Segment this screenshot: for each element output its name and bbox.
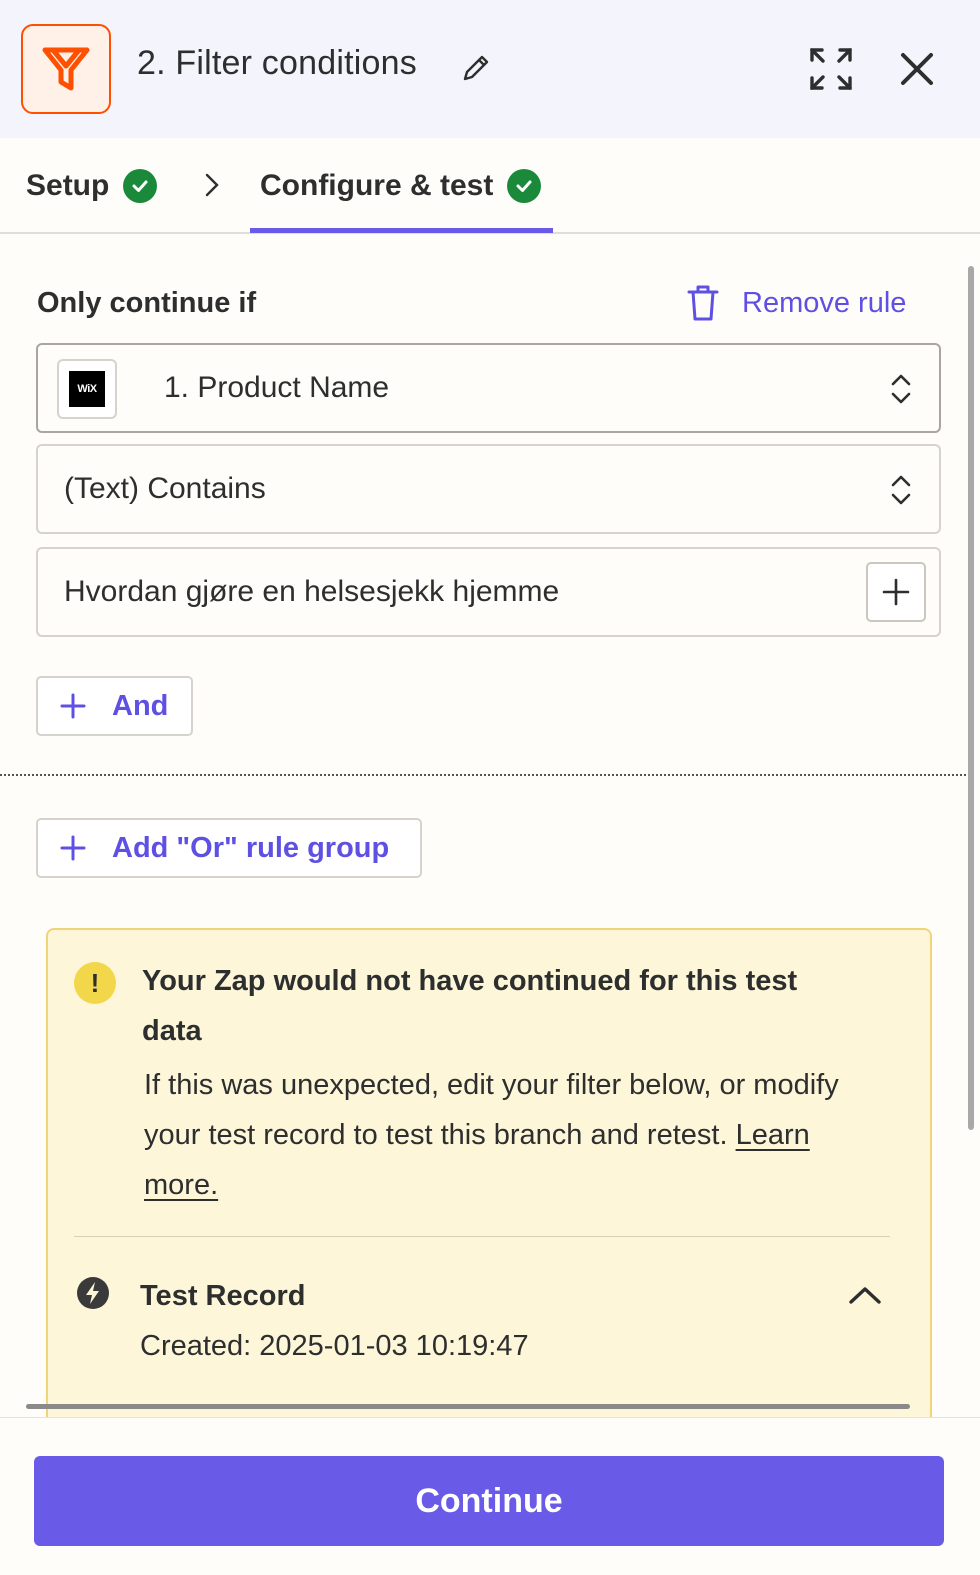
check-circle-icon	[123, 169, 158, 203]
field-select[interactable]: WiX 1. Product Name	[36, 343, 941, 433]
filter-funnel-icon	[42, 47, 90, 91]
alert-title: Your Zap would not have continued for th…	[142, 965, 798, 1047]
test-record-title: Test Record	[140, 1280, 306, 1312]
continue-button[interactable]: Continue	[34, 1456, 944, 1546]
test-result-alert: ! Your Zap would not have continued for …	[46, 928, 932, 1428]
field-select-value: 1. Product Name	[164, 371, 390, 404]
rule-group-divider	[0, 774, 970, 776]
warning-icon: !	[74, 962, 116, 1004]
tab-configure-test[interactable]: Configure & test	[260, 138, 542, 234]
chevron-right-icon	[205, 173, 219, 197]
check-circle-icon	[507, 169, 542, 203]
wix-logo: WiX	[69, 371, 105, 407]
pencil-edit-icon[interactable]	[460, 52, 492, 84]
horizontal-scrollbar[interactable]	[26, 1404, 910, 1409]
page-title: 2. Filter conditions	[137, 44, 417, 82]
plus-icon	[60, 835, 86, 861]
alert-body: If this was unexpected, edit your filter…	[144, 1060, 864, 1210]
active-tab-indicator	[250, 228, 553, 233]
test-record-created: Created: 2025-01-03 10:19:47	[140, 1330, 529, 1362]
tab-configure-label: Configure & test	[260, 169, 494, 202]
expand-icon[interactable]	[808, 46, 854, 92]
add-and-label: And	[112, 689, 169, 722]
vertical-scrollbar[interactable]	[968, 266, 974, 1130]
add-or-group-button[interactable]: Add "Or" rule group	[36, 818, 422, 878]
match-value-input[interactable]: Hvordan gjøre en helsesjekk hjemme	[36, 547, 941, 637]
select-arrows-icon	[891, 374, 911, 404]
panel-header: 2. Filter conditions	[0, 0, 980, 138]
insert-data-button[interactable]	[866, 562, 926, 622]
plus-icon	[882, 578, 910, 606]
wix-app-icon: WiX	[57, 359, 117, 419]
tab-setup-label: Setup	[26, 169, 110, 202]
add-or-group-label: Add "Or" rule group	[112, 831, 390, 864]
select-arrows-icon	[891, 475, 911, 505]
condition-select[interactable]: (Text) Contains	[36, 444, 941, 534]
remove-rule-button[interactable]: Remove rule	[686, 284, 906, 322]
alert-body-text: If this was unexpected, edit your filter…	[144, 1069, 839, 1151]
tab-setup[interactable]: Setup	[26, 138, 158, 234]
step-tabs: Setup Configure & test	[0, 138, 980, 234]
remove-rule-label: Remove rule	[742, 286, 907, 319]
filter-app-badge	[21, 24, 111, 114]
panel-footer: Continue	[0, 1417, 980, 1575]
alert-divider	[74, 1236, 890, 1237]
rule-section-label: Only continue if	[37, 287, 257, 319]
condition-select-value: (Text) Contains	[64, 472, 266, 505]
trash-icon	[687, 285, 719, 321]
add-and-button[interactable]: And	[36, 676, 193, 736]
match-value-text: Hvordan gjøre en helsesjekk hjemme	[64, 575, 560, 608]
chevron-up-icon[interactable]	[848, 1284, 882, 1306]
lightning-bolt-icon	[77, 1277, 109, 1309]
close-icon[interactable]	[898, 50, 936, 88]
plus-icon	[60, 693, 86, 719]
